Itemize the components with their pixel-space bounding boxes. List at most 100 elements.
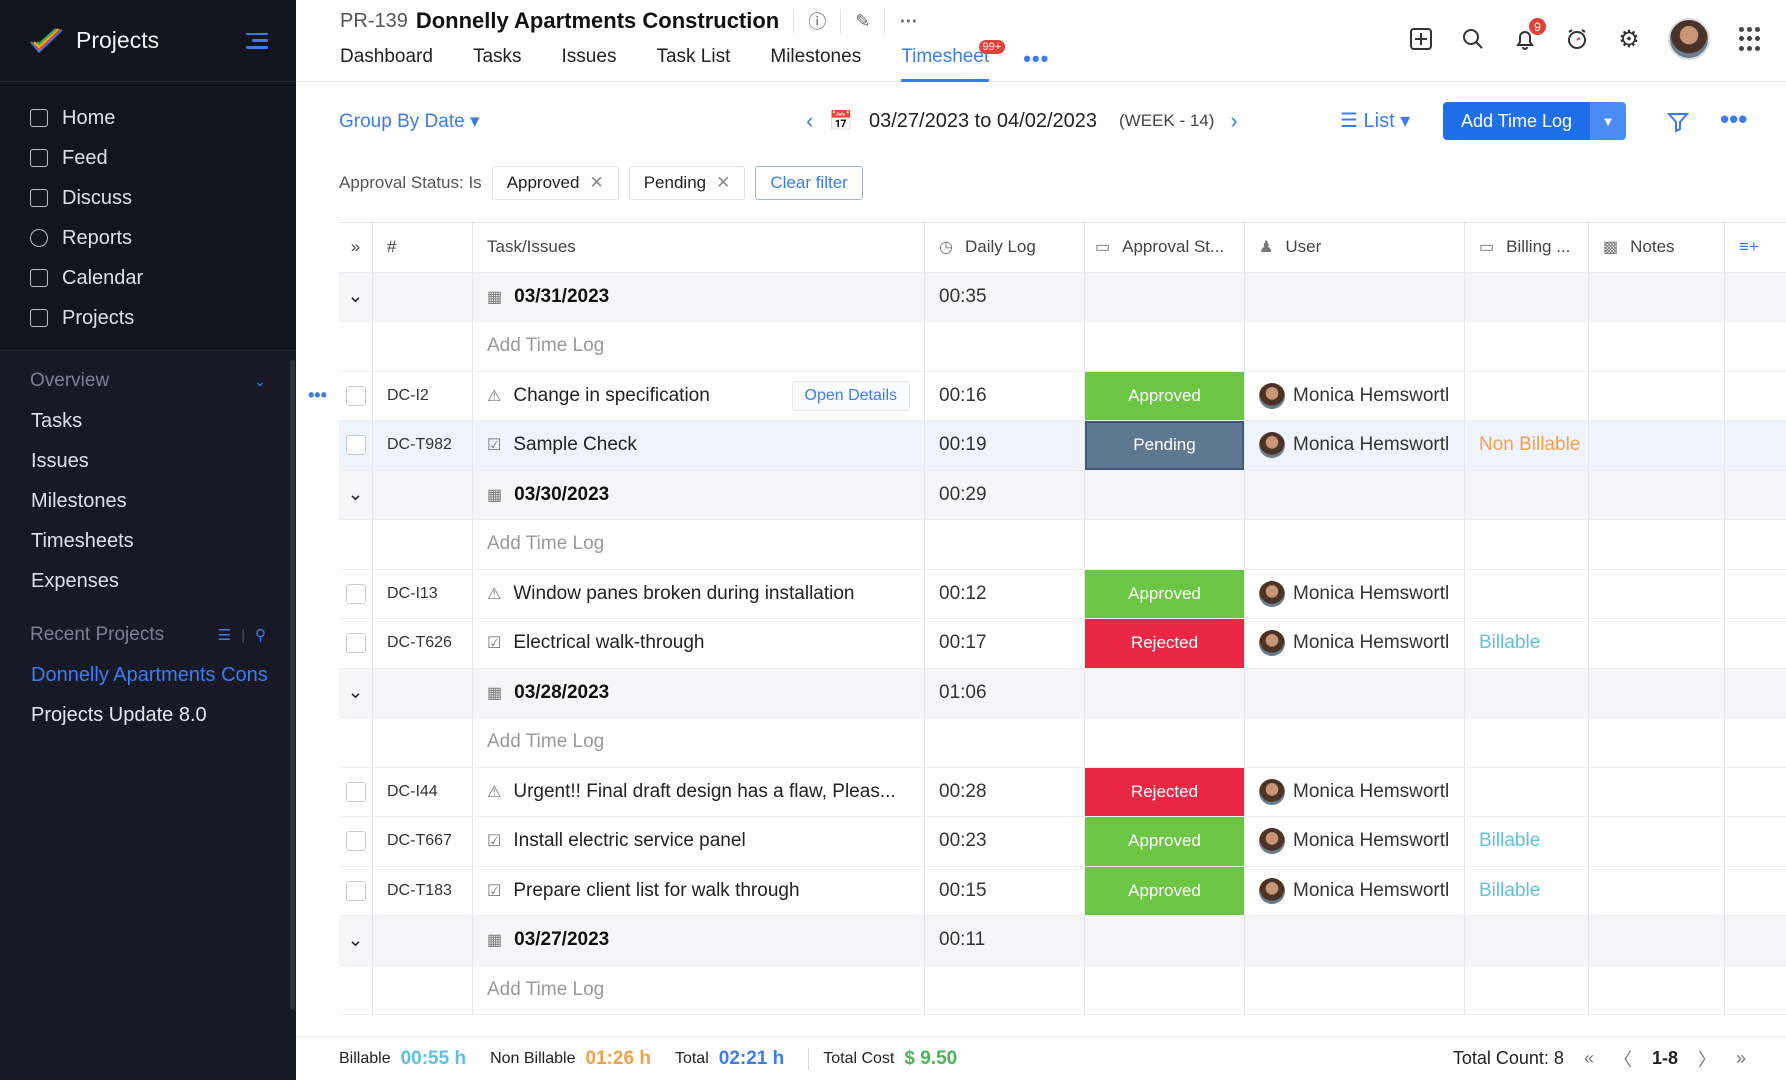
- add-time-log-button[interactable]: Add Time Log: [1443, 102, 1591, 140]
- recent-project-item[interactable]: Projects Update 8.0: [0, 695, 296, 735]
- add-time-log-link[interactable]: Add Time Log: [473, 520, 925, 569]
- row-checkbox[interactable]: [345, 831, 366, 852]
- apps-grid-icon[interactable]: [1736, 26, 1762, 52]
- task-title[interactable]: Change in specification: [513, 385, 709, 407]
- open-details-button[interactable]: Open Details: [791, 380, 910, 411]
- next-page-button[interactable]: 〉: [1698, 1046, 1716, 1072]
- daily-log-cell[interactable]: 00:15: [925, 866, 1085, 915]
- view-dropdown[interactable]: ☰ List ▾: [1340, 108, 1410, 133]
- billing-cell[interactable]: Billable: [1465, 817, 1589, 866]
- row-actions-icon[interactable]: •••: [308, 385, 327, 406]
- approval-status-cell[interactable]: Approved: [1085, 569, 1245, 618]
- calendar-icon[interactable]: 📅: [829, 109, 853, 133]
- row-checkbox[interactable]: [345, 583, 366, 604]
- task-cell[interactable]: ⚠ Window panes broken during installation: [473, 569, 925, 618]
- tab-issues[interactable]: Issues: [562, 46, 617, 82]
- next-week-button[interactable]: ›: [1230, 108, 1237, 134]
- sidebar-item-issues[interactable]: Issues: [0, 441, 296, 481]
- table-row[interactable]: DC-I2 ⚠ Change in specification Open Detail…: [339, 371, 1786, 421]
- table-row[interactable]: DC-T183 ☑ Prepare client list for walk thr…: [339, 866, 1786, 916]
- tab-tasks[interactable]: Tasks: [473, 46, 522, 82]
- task-cell[interactable]: ⚠ Change in specification Open Details: [473, 371, 925, 420]
- notes-cell[interactable]: [1589, 371, 1725, 420]
- daily-log-cell[interactable]: 00:28: [925, 767, 1085, 816]
- task-cell[interactable]: ☑ Prepare client list for walk through: [473, 866, 925, 915]
- info-icon[interactable]: ⓘ: [808, 8, 826, 34]
- more-tabs-icon[interactable]: •••: [1023, 46, 1049, 82]
- sidebar-item-reports[interactable]: Reports: [0, 218, 296, 258]
- add-time-log-link[interactable]: Add Time Log: [473, 322, 925, 371]
- col-header-billing[interactable]: ▭ Billing ...: [1465, 223, 1589, 272]
- sidebar-item-milestones[interactable]: Milestones: [0, 481, 296, 521]
- timer-icon[interactable]: [1564, 26, 1590, 52]
- table-row[interactable]: DC-T626 ☑ Electrical walk-through 00:17 Reje…: [339, 619, 1786, 669]
- collapse-group-icon[interactable]: ⌄: [339, 470, 373, 519]
- task-title[interactable]: Sample Check: [513, 434, 637, 456]
- close-icon[interactable]: ✕: [589, 173, 603, 192]
- daily-log-cell[interactable]: 00:23: [925, 817, 1085, 866]
- status-badge[interactable]: Approved: [1085, 569, 1244, 618]
- tab-dashboard[interactable]: Dashboard: [340, 46, 433, 82]
- add-column-icon[interactable]: ≡+: [1725, 223, 1785, 272]
- task-title[interactable]: Prepare client list for walk through: [513, 880, 799, 902]
- edit-pen-icon[interactable]: ✎: [855, 11, 870, 32]
- billing-cell[interactable]: Billable: [1465, 619, 1589, 668]
- row-checkbox[interactable]: [345, 435, 366, 456]
- previous-page-button[interactable]: 〈: [1614, 1046, 1632, 1072]
- status-badge[interactable]: Pending: [1085, 421, 1244, 470]
- quick-add-icon[interactable]: [1408, 26, 1434, 52]
- more-options-icon[interactable]: ⋯: [899, 11, 917, 32]
- sidebar-item-tasks[interactable]: Tasks: [0, 401, 296, 441]
- sidebar-item-projects[interactable]: Projects: [0, 298, 296, 338]
- sidebar-scrollbar[interactable]: [290, 360, 295, 1010]
- row-checkbox[interactable]: [345, 781, 366, 802]
- row-checkbox[interactable]: [345, 880, 366, 901]
- task-cell[interactable]: ⚠ Urgent!! Final draft design has a flaw,…: [473, 767, 925, 816]
- close-icon[interactable]: ✕: [716, 173, 730, 192]
- recent-project-item[interactable]: Donnelly Apartments Cons: [0, 655, 296, 695]
- task-title[interactable]: Electrical walk-through: [513, 632, 704, 654]
- status-badge[interactable]: Approved: [1085, 866, 1244, 915]
- sidebar-item-expenses[interactable]: Expenses: [0, 561, 296, 601]
- more-options-icon[interactable]: •••: [1720, 104, 1747, 135]
- billing-cell[interactable]: [1465, 371, 1589, 420]
- user-avatar[interactable]: [1668, 18, 1710, 60]
- collapse-group-icon[interactable]: ⌄: [339, 272, 373, 321]
- col-header-notes[interactable]: ▩ Notes: [1589, 223, 1725, 272]
- filter-chip-pending[interactable]: Pending ✕: [628, 166, 746, 200]
- approval-status-cell[interactable]: Approved: [1085, 817, 1245, 866]
- task-cell[interactable]: ☑ Electrical walk-through: [473, 619, 925, 668]
- task-title[interactable]: Install electric service panel: [513, 830, 745, 852]
- notes-cell[interactable]: [1589, 767, 1725, 816]
- settings-gear-icon[interactable]: ⚙: [1616, 26, 1642, 53]
- task-cell[interactable]: ☑ Install electric service panel: [473, 817, 925, 866]
- sidebar-item-timesheets[interactable]: Timesheets: [0, 521, 296, 561]
- filter-icon[interactable]: [1666, 110, 1690, 140]
- sidebar-item-home[interactable]: Home: [0, 98, 296, 138]
- last-page-button[interactable]: »: [1736, 1048, 1746, 1069]
- status-badge[interactable]: Rejected: [1085, 619, 1244, 668]
- status-badge[interactable]: Approved: [1085, 817, 1244, 866]
- daily-log-cell[interactable]: 00:19: [925, 421, 1085, 470]
- filter-sliders-icon[interactable]: ☰: [218, 626, 231, 644]
- col-header-approval[interactable]: ▭ Approval St...: [1085, 223, 1245, 272]
- approval-status-cell[interactable]: Approved: [1085, 371, 1245, 420]
- bell-icon[interactable]: 9: [1512, 18, 1546, 52]
- daily-log-cell[interactable]: 00:16: [925, 371, 1085, 420]
- table-row[interactable]: DC-I44 ⚠ Urgent!! Final draft design has a…: [339, 767, 1786, 817]
- tab-task-list[interactable]: Task List: [656, 46, 730, 82]
- sidebar-item-discuss[interactable]: Discuss: [0, 178, 296, 218]
- billing-cell[interactable]: [1465, 569, 1589, 618]
- search-icon[interactable]: [1460, 26, 1486, 52]
- task-cell[interactable]: ☑ Sample Check: [473, 421, 925, 470]
- daily-log-cell[interactable]: 00:17: [925, 619, 1085, 668]
- row-checkbox[interactable]: [345, 633, 366, 654]
- notes-cell[interactable]: [1589, 619, 1725, 668]
- col-header-daily-log[interactable]: ◷ Daily Log: [925, 223, 1085, 272]
- notes-cell[interactable]: [1589, 421, 1725, 470]
- task-title[interactable]: Window panes broken during installation: [513, 583, 854, 605]
- first-page-button[interactable]: «: [1584, 1048, 1594, 1069]
- approval-status-cell[interactable]: Rejected: [1085, 767, 1245, 816]
- add-time-log-link[interactable]: Add Time Log: [473, 718, 925, 767]
- billing-cell[interactable]: [1465, 767, 1589, 816]
